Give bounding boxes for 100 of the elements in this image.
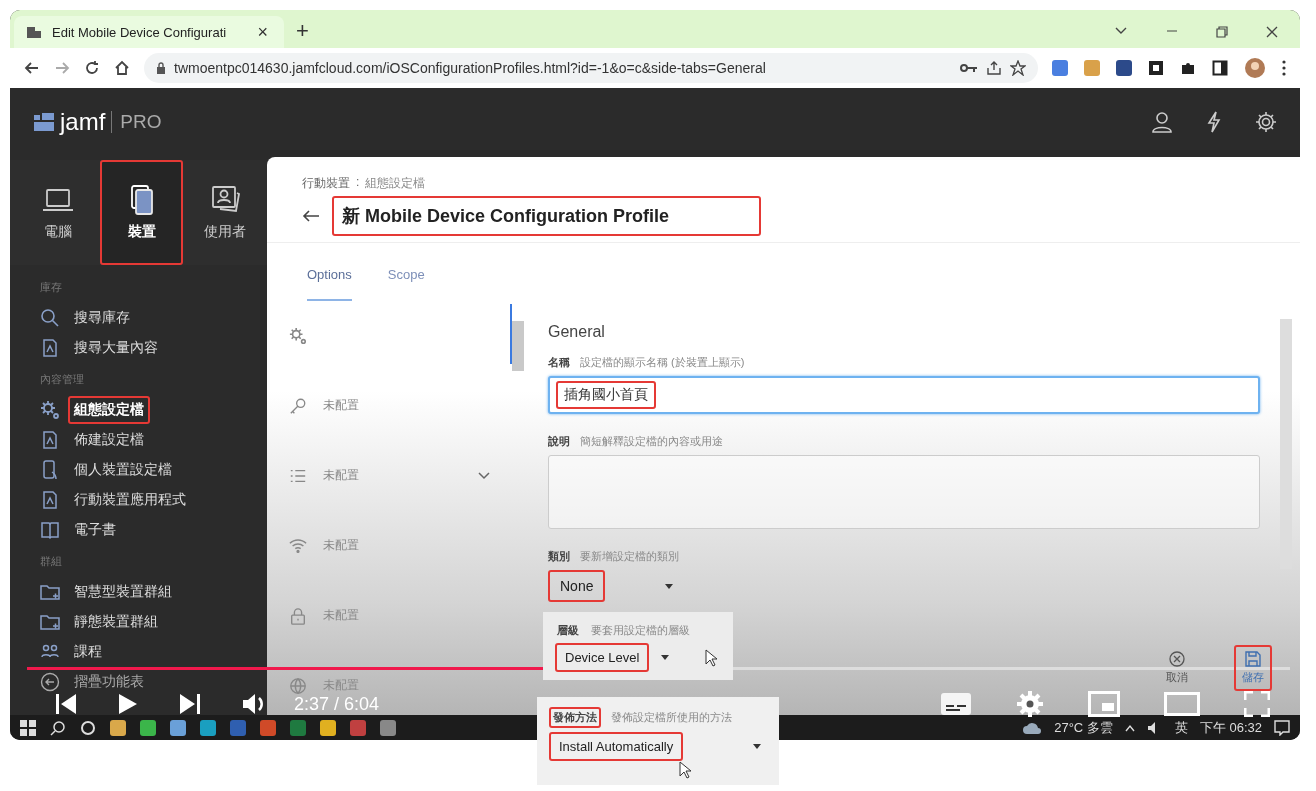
breadcrumb-current: 組態設定檔 <box>365 175 426 192</box>
sidebar-item[interactable]: 個人裝置設定檔 <box>68 456 178 484</box>
field-label: 發佈方法 <box>549 707 601 728</box>
field-label: 說明 <box>548 434 570 449</box>
menu-icon[interactable] <box>1282 60 1286 76</box>
avatar-icon[interactable] <box>1244 57 1266 79</box>
notification-icon[interactable] <box>1274 719 1290 736</box>
collapse-menu-link[interactable]: 摺疊功能表 <box>74 673 144 691</box>
nav-tab[interactable]: 使用者 <box>183 160 267 265</box>
scrollbar-thumb[interactable] <box>512 321 524 371</box>
folder-icon <box>40 612 60 632</box>
document-icon <box>40 490 60 510</box>
content-tab[interactable]: Options <box>307 243 352 301</box>
caret-up-icon[interactable] <box>1124 723 1135 732</box>
user-card-icon <box>209 184 242 215</box>
extension-icon[interactable] <box>1116 60 1132 76</box>
caret-icon <box>753 744 762 749</box>
sidebar-item[interactable]: 行動裝置應用程式 <box>68 486 192 514</box>
share-icon[interactable] <box>986 60 1002 76</box>
sidebar-item[interactable]: 搜尋大量內容 <box>68 334 164 362</box>
mouse-pointer-icon <box>679 761 691 779</box>
subtitles-icon[interactable] <box>940 692 972 716</box>
tab-title: Edit Mobile Device Configurati <box>52 24 228 40</box>
key-icon <box>289 396 307 415</box>
sidebar-item[interactable]: 靜態裝置群組 <box>68 608 164 636</box>
sidebar-item[interactable]: 佈建設定檔 <box>68 426 150 454</box>
video-time: 2:37 / 6:04 <box>294 694 380 714</box>
restore-icon[interactable] <box>1216 26 1228 38</box>
taskbar-app-icon[interactable] <box>140 719 156 736</box>
home-icon[interactable] <box>114 60 130 76</box>
mouse-pointer-icon <box>705 648 718 667</box>
weather-text: 27°C 多雲 <box>1054 718 1113 737</box>
sidebar-item[interactable]: 電子書 <box>68 516 122 544</box>
previous-icon[interactable] <box>54 693 78 715</box>
globe-icon <box>289 676 307 695</box>
field-hint: 要套用設定檔的層級 <box>591 623 690 638</box>
page-title: 新 Mobile Device Configuration Profile <box>332 196 762 236</box>
input-language[interactable]: 英 <box>1174 718 1188 737</box>
sidebar-item[interactable]: 搜尋庫存 <box>68 304 136 332</box>
back-arrow-icon[interactable] <box>302 209 320 223</box>
document-icon <box>40 430 60 450</box>
search-icon <box>40 308 60 328</box>
taskbar-app-icon[interactable] <box>260 719 276 736</box>
gears-icon <box>40 400 60 420</box>
nav-tab[interactable]: 電腦 <box>16 160 100 265</box>
product-name: PRO <box>111 110 162 133</box>
sidebar-item[interactable]: 課程 <box>68 638 108 666</box>
chevron-down-icon[interactable] <box>478 471 490 480</box>
gears-icon <box>289 326 307 345</box>
section-heading: 庫存 <box>40 280 63 295</box>
search-icon[interactable] <box>50 719 66 736</box>
section-heading: 內容管理 <box>40 372 85 387</box>
field-label: 名稱 <box>548 355 570 370</box>
section-title: General <box>548 323 606 341</box>
caret-icon <box>665 583 674 589</box>
taskbar-app-icon[interactable] <box>200 719 216 736</box>
name-input-field[interactable]: 插角國小首頁 <box>548 376 1260 414</box>
sidebar-icon[interactable] <box>1212 60 1228 76</box>
payload-status[interactable]: 未配置 <box>323 397 490 414</box>
address-bar[interactable]: twmoentpc014630.jamfcloud.com/iOSConfigurationProfiles.html?id=-1&o=c&side-tabs=General <box>144 53 1038 83</box>
field-label: 類別 <box>548 549 570 564</box>
taskbar-app-icon[interactable] <box>380 719 396 736</box>
breadcrumb-link[interactable]: 行動裝置 <box>302 175 350 192</box>
taskbar-app-icon[interactable] <box>320 719 336 736</box>
new-tab-button[interactable]: + <box>292 18 313 44</box>
jamf-logo-icon <box>34 112 54 131</box>
field-hint: 設定檔的顯示名稱 (於裝置上顯示) <box>580 355 745 370</box>
dropdown[interactable]: Install Automatically <box>549 732 684 761</box>
key-icon[interactable] <box>960 62 978 74</box>
field-hint: 簡短解釋設定檔的內容或用途 <box>580 434 723 449</box>
reload-icon[interactable] <box>84 60 100 76</box>
close-tab-button[interactable]: × <box>253 21 272 43</box>
next-icon[interactable] <box>178 693 202 715</box>
cancel-button[interactable]: 取消 <box>1158 645 1196 691</box>
phone-icon <box>40 460 60 480</box>
settings-icon[interactable] <box>1254 109 1278 134</box>
clock: 下午 06:32 <box>1199 718 1262 737</box>
caret-icon <box>661 655 670 660</box>
circle-icon[interactable] <box>80 719 96 736</box>
cancel-icon <box>1169 651 1185 667</box>
fullscreen-icon[interactable] <box>1244 691 1270 717</box>
back-arrow-icon[interactable] <box>24 60 40 76</box>
nav-tab[interactable]: 裝置 <box>99 160 184 265</box>
breadcrumb-separator: : <box>356 175 360 191</box>
square-icon[interactable] <box>1148 60 1164 76</box>
browser-tab[interactable]: Edit Mobile Device Configurati × <box>14 16 284 48</box>
category-dropdown[interactable]: None <box>548 570 688 602</box>
chevron-down-icon[interactable] <box>1114 26 1128 36</box>
user-icon[interactable] <box>1150 109 1174 134</box>
taskbar-app-icon[interactable] <box>170 719 186 736</box>
play-icon[interactable] <box>118 693 138 715</box>
field-value: 插角國小首頁 <box>556 381 656 409</box>
windows-start-icon[interactable] <box>20 719 36 736</box>
folder-icon <box>40 582 60 602</box>
taskbar-app-icon[interactable] <box>110 719 126 736</box>
close-icon[interactable] <box>1266 26 1278 38</box>
sidebar-item[interactable]: 智慧型裝置群組 <box>68 578 178 606</box>
sidebar-item[interactable]: 組態設定檔 <box>68 396 150 424</box>
star-icon[interactable] <box>1010 60 1026 76</box>
lock-icon <box>156 62 166 74</box>
